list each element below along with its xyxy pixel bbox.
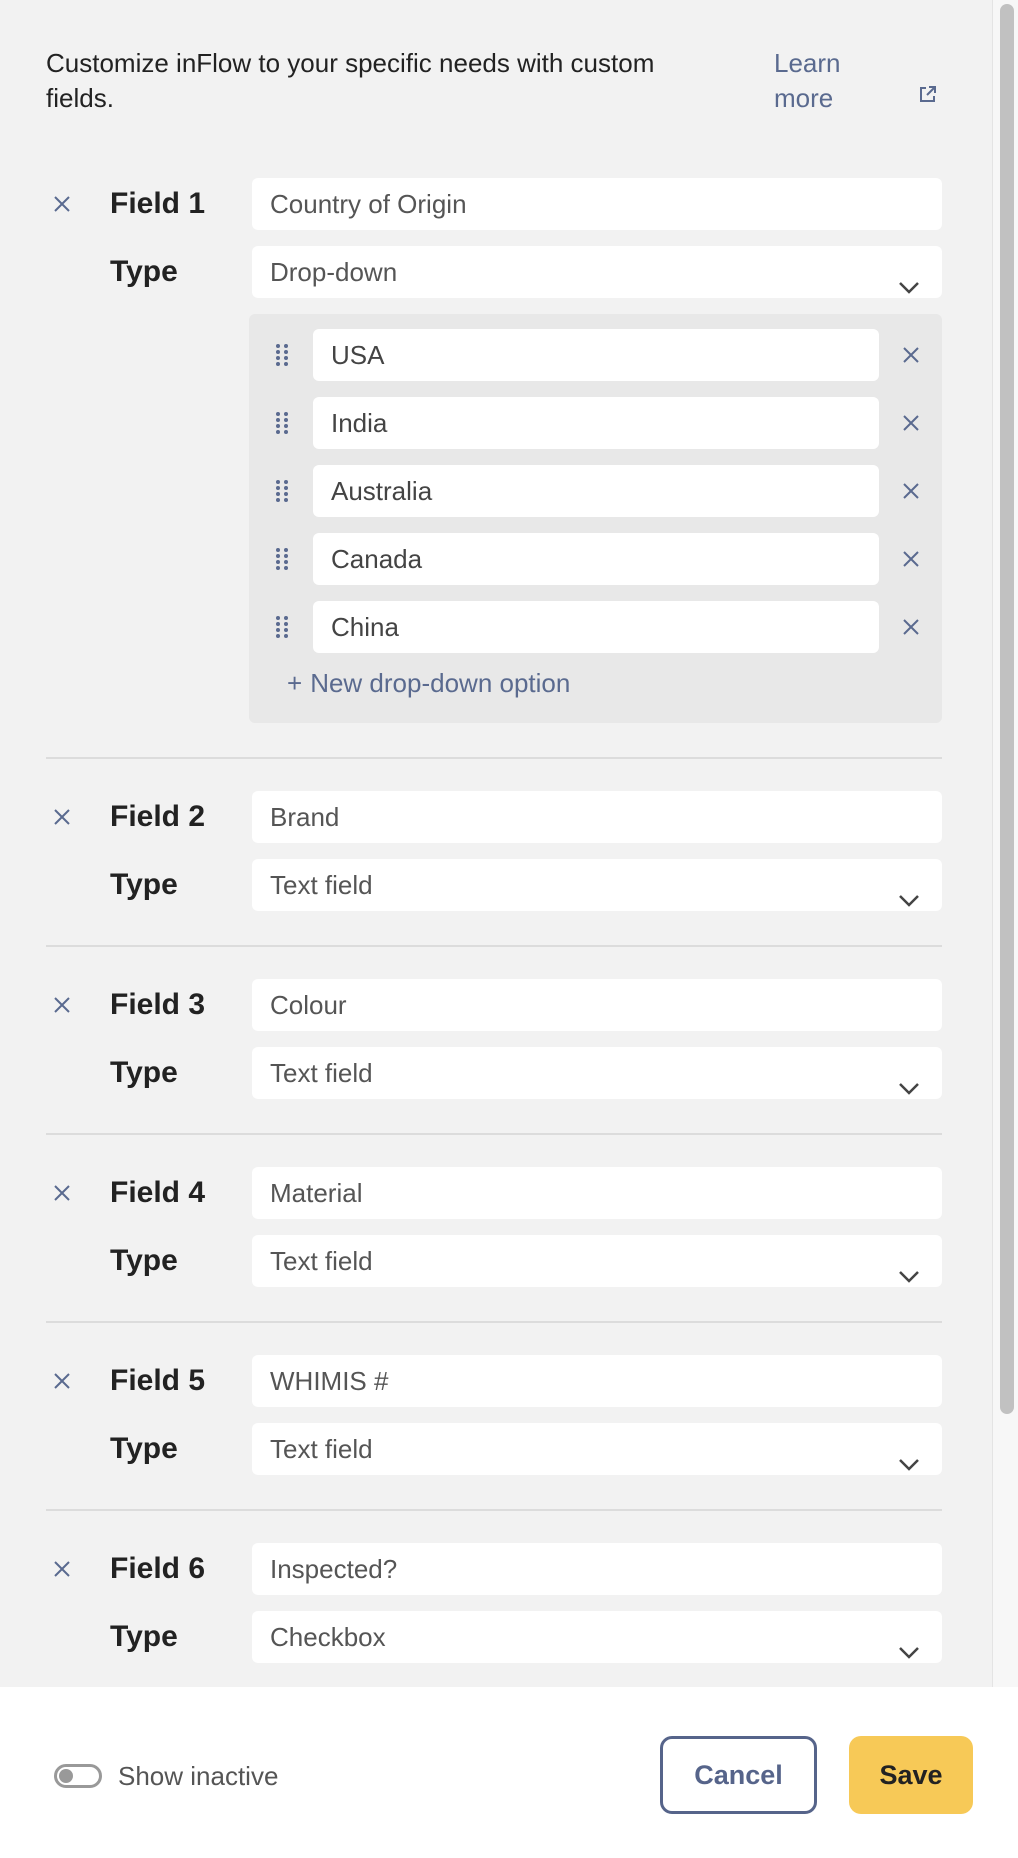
drag-handle-icon[interactable] xyxy=(275,546,289,572)
type-label: Type xyxy=(110,255,178,288)
field-name-input[interactable]: Country of Origin xyxy=(252,178,942,230)
field-label: Field 6 xyxy=(110,1552,206,1585)
type-label: Type xyxy=(110,1244,178,1277)
field-name-input[interactable]: WHIMIS # xyxy=(252,1355,942,1407)
toggle-knob xyxy=(59,1769,73,1783)
divider xyxy=(46,945,942,947)
type-select[interactable]: Text field xyxy=(252,1423,942,1475)
footer: Show inactive Cancel Save xyxy=(0,1687,1018,1858)
drag-handle-icon[interactable] xyxy=(275,478,289,504)
remove-option-icon[interactable] xyxy=(899,615,923,639)
remove-option-icon[interactable] xyxy=(899,547,923,571)
drag-handle-icon[interactable] xyxy=(275,614,289,640)
type-label: Type xyxy=(110,1432,178,1465)
remove-field-icon[interactable] xyxy=(50,192,74,216)
remove-option-icon[interactable] xyxy=(899,479,923,503)
divider xyxy=(46,1509,942,1511)
type-label: Type xyxy=(110,1056,178,1089)
chevron-down-icon xyxy=(898,875,920,907)
type-label: Type xyxy=(110,868,178,901)
new-option-label: New drop-down option xyxy=(310,668,571,698)
type-value: Text field xyxy=(270,1246,373,1276)
remove-field-icon[interactable] xyxy=(50,1181,74,1205)
divider xyxy=(46,1133,942,1135)
drag-handle-icon[interactable] xyxy=(275,410,289,436)
new-dropdown-option-button[interactable]: + New drop-down option xyxy=(287,665,578,701)
divider xyxy=(46,1321,942,1323)
type-select[interactable]: Text field xyxy=(252,1047,942,1099)
field-name-input[interactable]: Brand xyxy=(252,791,942,843)
chevron-down-icon xyxy=(898,1251,920,1283)
type-value: Drop-down xyxy=(270,257,398,287)
field-name-input[interactable]: Material xyxy=(252,1167,942,1219)
type-label: Type xyxy=(110,1620,178,1653)
dropdown-option-input[interactable]: Australia xyxy=(313,465,879,517)
type-select[interactable]: Checkbox xyxy=(252,1611,942,1663)
remove-option-icon[interactable] xyxy=(899,343,923,367)
dropdown-options-panel: USA India Australia Canada China + New drop-do… xyxy=(249,314,942,723)
remove-field-icon[interactable] xyxy=(50,1557,74,1581)
scrollbar-thumb[interactable] xyxy=(1000,4,1014,1414)
field-label: Field 1 xyxy=(110,187,206,220)
type-value: Checkbox xyxy=(270,1622,386,1652)
save-button[interactable]: Save xyxy=(849,1736,973,1814)
field-label: Field 3 xyxy=(110,988,206,1021)
divider xyxy=(46,757,942,759)
show-inactive-label: Show inactive xyxy=(118,1761,279,1791)
external-link-icon[interactable] xyxy=(918,84,938,104)
field-label: Field 2 xyxy=(110,800,206,833)
dropdown-option-input[interactable]: China xyxy=(313,601,879,653)
chevron-down-icon xyxy=(898,262,920,294)
field-label: Field 5 xyxy=(110,1364,206,1397)
remove-option-icon[interactable] xyxy=(899,411,923,435)
field-label: Field 4 xyxy=(110,1176,206,1209)
learn-more-link[interactable]: Learn more xyxy=(774,46,854,116)
drag-handle-icon[interactable] xyxy=(275,342,289,368)
remove-field-icon[interactable] xyxy=(50,805,74,829)
cancel-button[interactable]: Cancel xyxy=(660,1736,817,1814)
dropdown-option-input[interactable]: India xyxy=(313,397,879,449)
type-value: Text field xyxy=(270,1434,373,1464)
dropdown-option-input[interactable]: USA xyxy=(313,329,879,381)
type-value: Text field xyxy=(270,870,373,900)
intro-text: Customize inFlow to your specific needs … xyxy=(46,48,655,113)
type-select[interactable]: Drop-down xyxy=(252,246,942,298)
dropdown-option-input[interactable]: Canada xyxy=(313,533,879,585)
type-select[interactable]: Text field xyxy=(252,859,942,911)
remove-field-icon[interactable] xyxy=(50,1369,74,1393)
remove-field-icon[interactable] xyxy=(50,993,74,1017)
type-select[interactable]: Text field xyxy=(252,1235,942,1287)
show-inactive-toggle[interactable] xyxy=(54,1764,102,1788)
field-name-input[interactable]: Inspected? xyxy=(252,1543,942,1595)
chevron-down-icon xyxy=(898,1439,920,1471)
field-name-input[interactable]: Colour xyxy=(252,979,942,1031)
chevron-down-icon xyxy=(898,1063,920,1095)
plus-icon: + xyxy=(287,668,303,698)
type-value: Text field xyxy=(270,1058,373,1088)
chevron-down-icon xyxy=(898,1627,920,1659)
custom-fields-panel: Customize inFlow to your specific needs … xyxy=(0,0,992,1687)
